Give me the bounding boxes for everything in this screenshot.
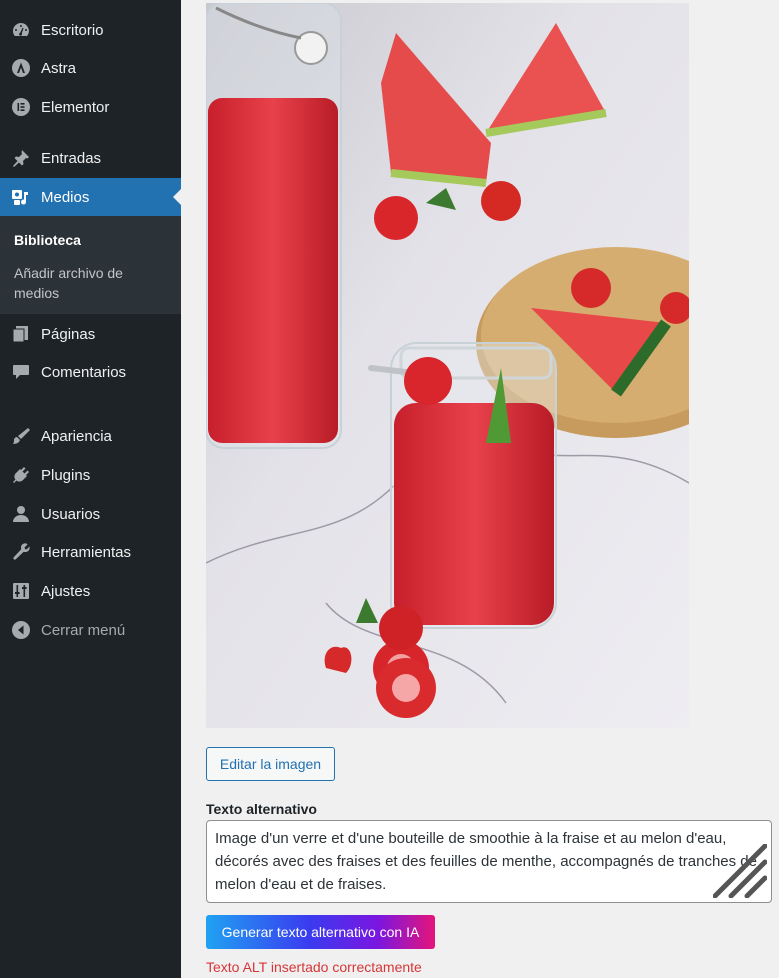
menu-item-medios[interactable]: Medios: [0, 178, 181, 216]
user-icon: [10, 503, 32, 525]
pin-icon: [10, 147, 32, 169]
menu-label: Astra: [41, 59, 77, 77]
menu-label: Cerrar menú: [41, 621, 126, 639]
brush-icon: [10, 425, 32, 447]
menu-item-escritorio[interactable]: Escritorio: [0, 11, 181, 49]
menu-item-herramientas[interactable]: Herramientas: [0, 533, 181, 571]
menu-item-ajustes[interactable]: Ajustes: [0, 572, 181, 610]
collapse-menu-button[interactable]: Cerrar menú: [0, 611, 181, 649]
alt-text-label: Texto alternativo: [206, 801, 317, 817]
wrench-icon: [10, 541, 32, 563]
generate-alt-text-ai-button[interactable]: Generar texto alternativo con IA: [206, 915, 435, 949]
menu-label: Escritorio: [41, 21, 104, 39]
elementor-icon: [10, 96, 32, 118]
media-submenu: Biblioteca Añadir archivo de medios: [0, 216, 181, 314]
alt-inserted-status-message: Texto ALT insertado correctamente: [206, 959, 422, 975]
alt-text-field[interactable]: Image d'un verre et d'une bouteille de s…: [206, 820, 772, 903]
resize-handle-icon[interactable]: [713, 844, 767, 898]
astra-icon: [10, 57, 32, 79]
pages-icon: [10, 323, 32, 345]
menu-label: Apariencia: [41, 427, 112, 445]
alt-text-value: Image d'un verre et d'une bouteille de s…: [215, 830, 757, 893]
submenu-item-biblioteca[interactable]: Biblioteca: [14, 232, 81, 248]
submenu-item-add-media[interactable]: Añadir archivo de medios: [14, 263, 164, 303]
admin-sidebar: Escritorio Astra Elementor Entradas Medi…: [0, 0, 181, 978]
menu-item-paginas[interactable]: Páginas: [0, 315, 181, 353]
menu-item-comentarios[interactable]: Comentarios: [0, 353, 181, 391]
menu-item-entradas[interactable]: Entradas: [0, 139, 181, 177]
media-icon: [10, 186, 32, 208]
menu-item-plugins[interactable]: Plugins: [0, 456, 181, 494]
plugin-icon: [10, 464, 32, 486]
menu-label: Comentarios: [41, 363, 127, 381]
menu-label: Elementor: [41, 98, 110, 116]
edit-image-button[interactable]: Editar la imagen: [206, 747, 335, 781]
menu-label: Páginas: [41, 325, 96, 343]
menu-label: Entradas: [41, 149, 102, 167]
menu-label: Plugins: [41, 466, 91, 484]
menu-label: Ajustes: [41, 582, 91, 600]
image-preview: [206, 3, 689, 728]
dashboard-icon: [10, 19, 32, 41]
menu-item-astra[interactable]: Astra: [0, 49, 181, 87]
collapse-icon: [10, 619, 32, 641]
menu-label: Usuarios: [41, 505, 101, 523]
menu-item-elementor[interactable]: Elementor: [0, 88, 181, 126]
menu-label: Herramientas: [41, 543, 132, 561]
menu-label: Medios: [41, 188, 90, 206]
settings-icon: [10, 580, 32, 602]
menu-item-usuarios[interactable]: Usuarios: [0, 495, 181, 533]
comment-icon: [10, 361, 32, 383]
menu-item-apariencia[interactable]: Apariencia: [0, 417, 181, 455]
